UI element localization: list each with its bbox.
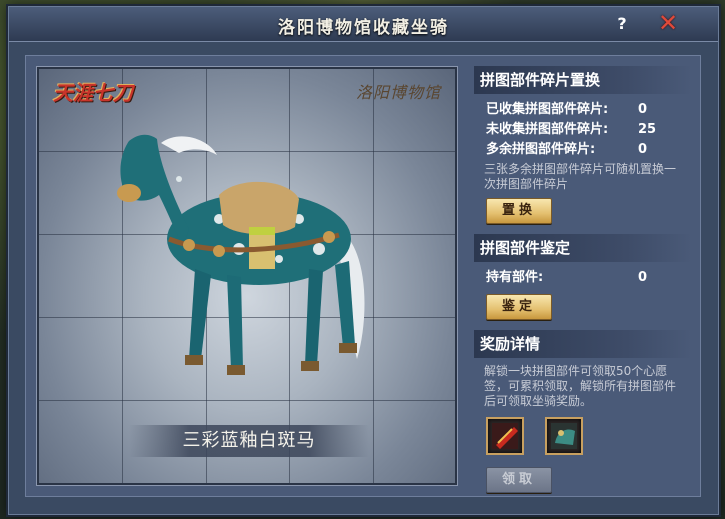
claim-button[interactable]: 领取 <box>486 467 552 493</box>
exchange-description: 三张多余拼图部件碎片可随机置换一次拼图部件碎片 <box>484 162 677 191</box>
help-button[interactable]: ? <box>612 14 632 34</box>
mount-showcase: 天涯七刀 洛阳博物馆 三彩蓝釉白斑马 <box>36 66 458 486</box>
uncollected-fragments-row: 未收集拼图部件碎片: 25 <box>474 120 692 140</box>
museum-seal: 洛阳博物馆 <box>355 83 441 102</box>
close-button[interactable]: ✕ <box>656 11 680 35</box>
extra-fragments-value: 0 <box>638 142 648 157</box>
collected-fragments-label: 已收集拼图部件碎片: <box>486 102 609 117</box>
reward-section-title: 奖励详情 <box>474 330 692 358</box>
collected-fragments-row: 已收集拼图部件碎片: 0 <box>474 100 692 120</box>
horse-mount-image <box>117 134 365 375</box>
uncollected-fragments-label: 未收集拼图部件碎片: <box>486 122 609 137</box>
mount-name: 三彩蓝釉白斑马 <box>129 425 369 457</box>
exchange-button[interactable]: 置换 <box>486 198 552 224</box>
game-logo: 天涯七刀 <box>53 81 133 105</box>
collected-fragments-value: 0 <box>638 102 648 117</box>
red-scroll-icon[interactable] <box>486 417 524 455</box>
held-parts-row: 持有部件: 0 <box>474 268 692 288</box>
puzzle-board: 天涯七刀 洛阳博物馆 三彩蓝釉白斑马 <box>39 69 455 483</box>
extra-fragments-label: 多余拼图部件碎片: <box>486 142 596 157</box>
info-column: 拼图部件碎片置换 已收集拼图部件碎片: 0 未收集拼图部件碎片: 25 多余拼图… <box>474 66 692 493</box>
extra-fragments-row: 多余拼图部件碎片: 0 <box>474 140 692 160</box>
mount-armor-icon[interactable] <box>545 417 584 455</box>
uncollected-fragments-value: 25 <box>638 122 657 137</box>
content-panel: 天涯七刀 洛阳博物馆 三彩蓝釉白斑马 拼图部件碎片置换 已收集拼图部件碎片: 0… <box>25 55 701 497</box>
museum-mount-window: 洛阳博物馆收藏坐骑 ? ✕ 天涯七刀 洛阳博物馆 三彩蓝釉白斑马 拼图部件碎片置… <box>8 6 719 515</box>
exchange-section-title: 拼图部件碎片置换 <box>474 66 692 94</box>
reward-description: 解锁一块拼图部件可领取50个心愿签，可累积领取，解锁所有拼图部件后可领取坐骑奖励… <box>484 364 677 408</box>
held-parts-label: 持有部件: <box>486 270 544 285</box>
appraise-button[interactable]: 鉴定 <box>486 294 552 320</box>
title-bar: 洛阳博物馆收藏坐骑 ? ✕ <box>9 7 718 42</box>
appraise-section-title: 拼图部件鉴定 <box>474 234 692 262</box>
held-parts-value: 0 <box>638 270 648 285</box>
